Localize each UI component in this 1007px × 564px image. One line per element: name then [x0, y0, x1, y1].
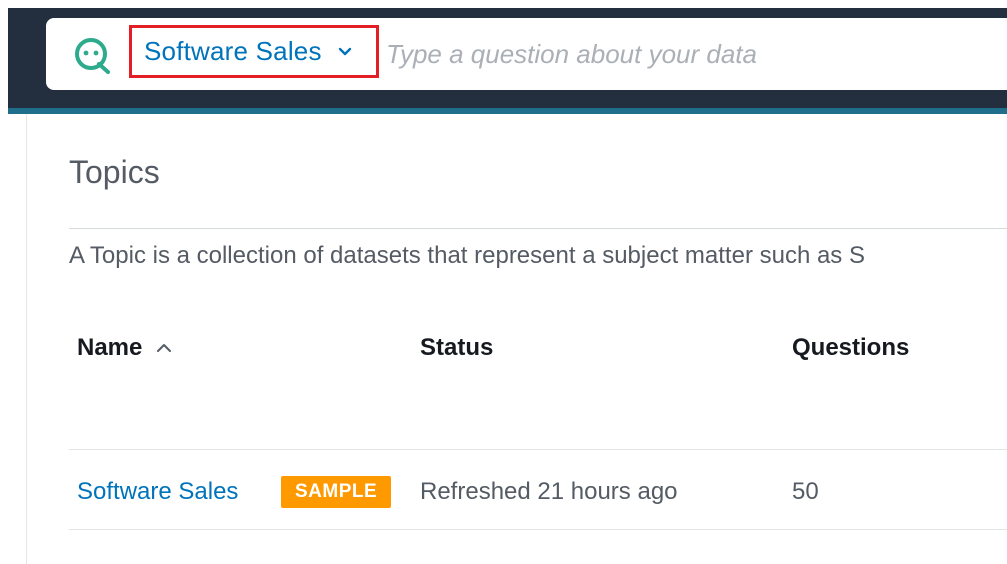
- topic-selector-dropdown[interactable]: Software Sales: [129, 25, 379, 78]
- topics-panel: Topics A Topic is a collection of datase…: [26, 114, 1007, 564]
- column-header-questions[interactable]: Questions: [792, 334, 909, 362]
- header-divider: [69, 449, 1007, 450]
- selected-topic-label: Software Sales: [144, 36, 322, 66]
- question-input[interactable]: [386, 34, 1006, 74]
- sample-badge: SAMPLE: [281, 476, 392, 508]
- quicksight-q-icon: [75, 38, 110, 74]
- topic-questions-count: 50: [792, 478, 819, 505]
- column-header-name-label: Name: [77, 334, 143, 361]
- title-divider: [69, 228, 1007, 229]
- page-title: Topics: [69, 154, 160, 190]
- column-header-name[interactable]: Name: [77, 334, 172, 362]
- chevron-down-icon: [338, 47, 351, 55]
- top-bar: Software Sales: [8, 0, 1007, 114]
- sort-ascending-icon: [157, 344, 172, 352]
- q-search-bar: Software Sales: [46, 18, 1007, 90]
- topic-status: Refreshed 21 hours ago: [420, 478, 678, 505]
- column-header-status[interactable]: Status: [420, 334, 493, 362]
- row-divider: [69, 529, 1007, 530]
- topic-name-link[interactable]: Software Sales: [77, 478, 238, 506]
- page-description: A Topic is a collection of datasets that…: [69, 242, 865, 269]
